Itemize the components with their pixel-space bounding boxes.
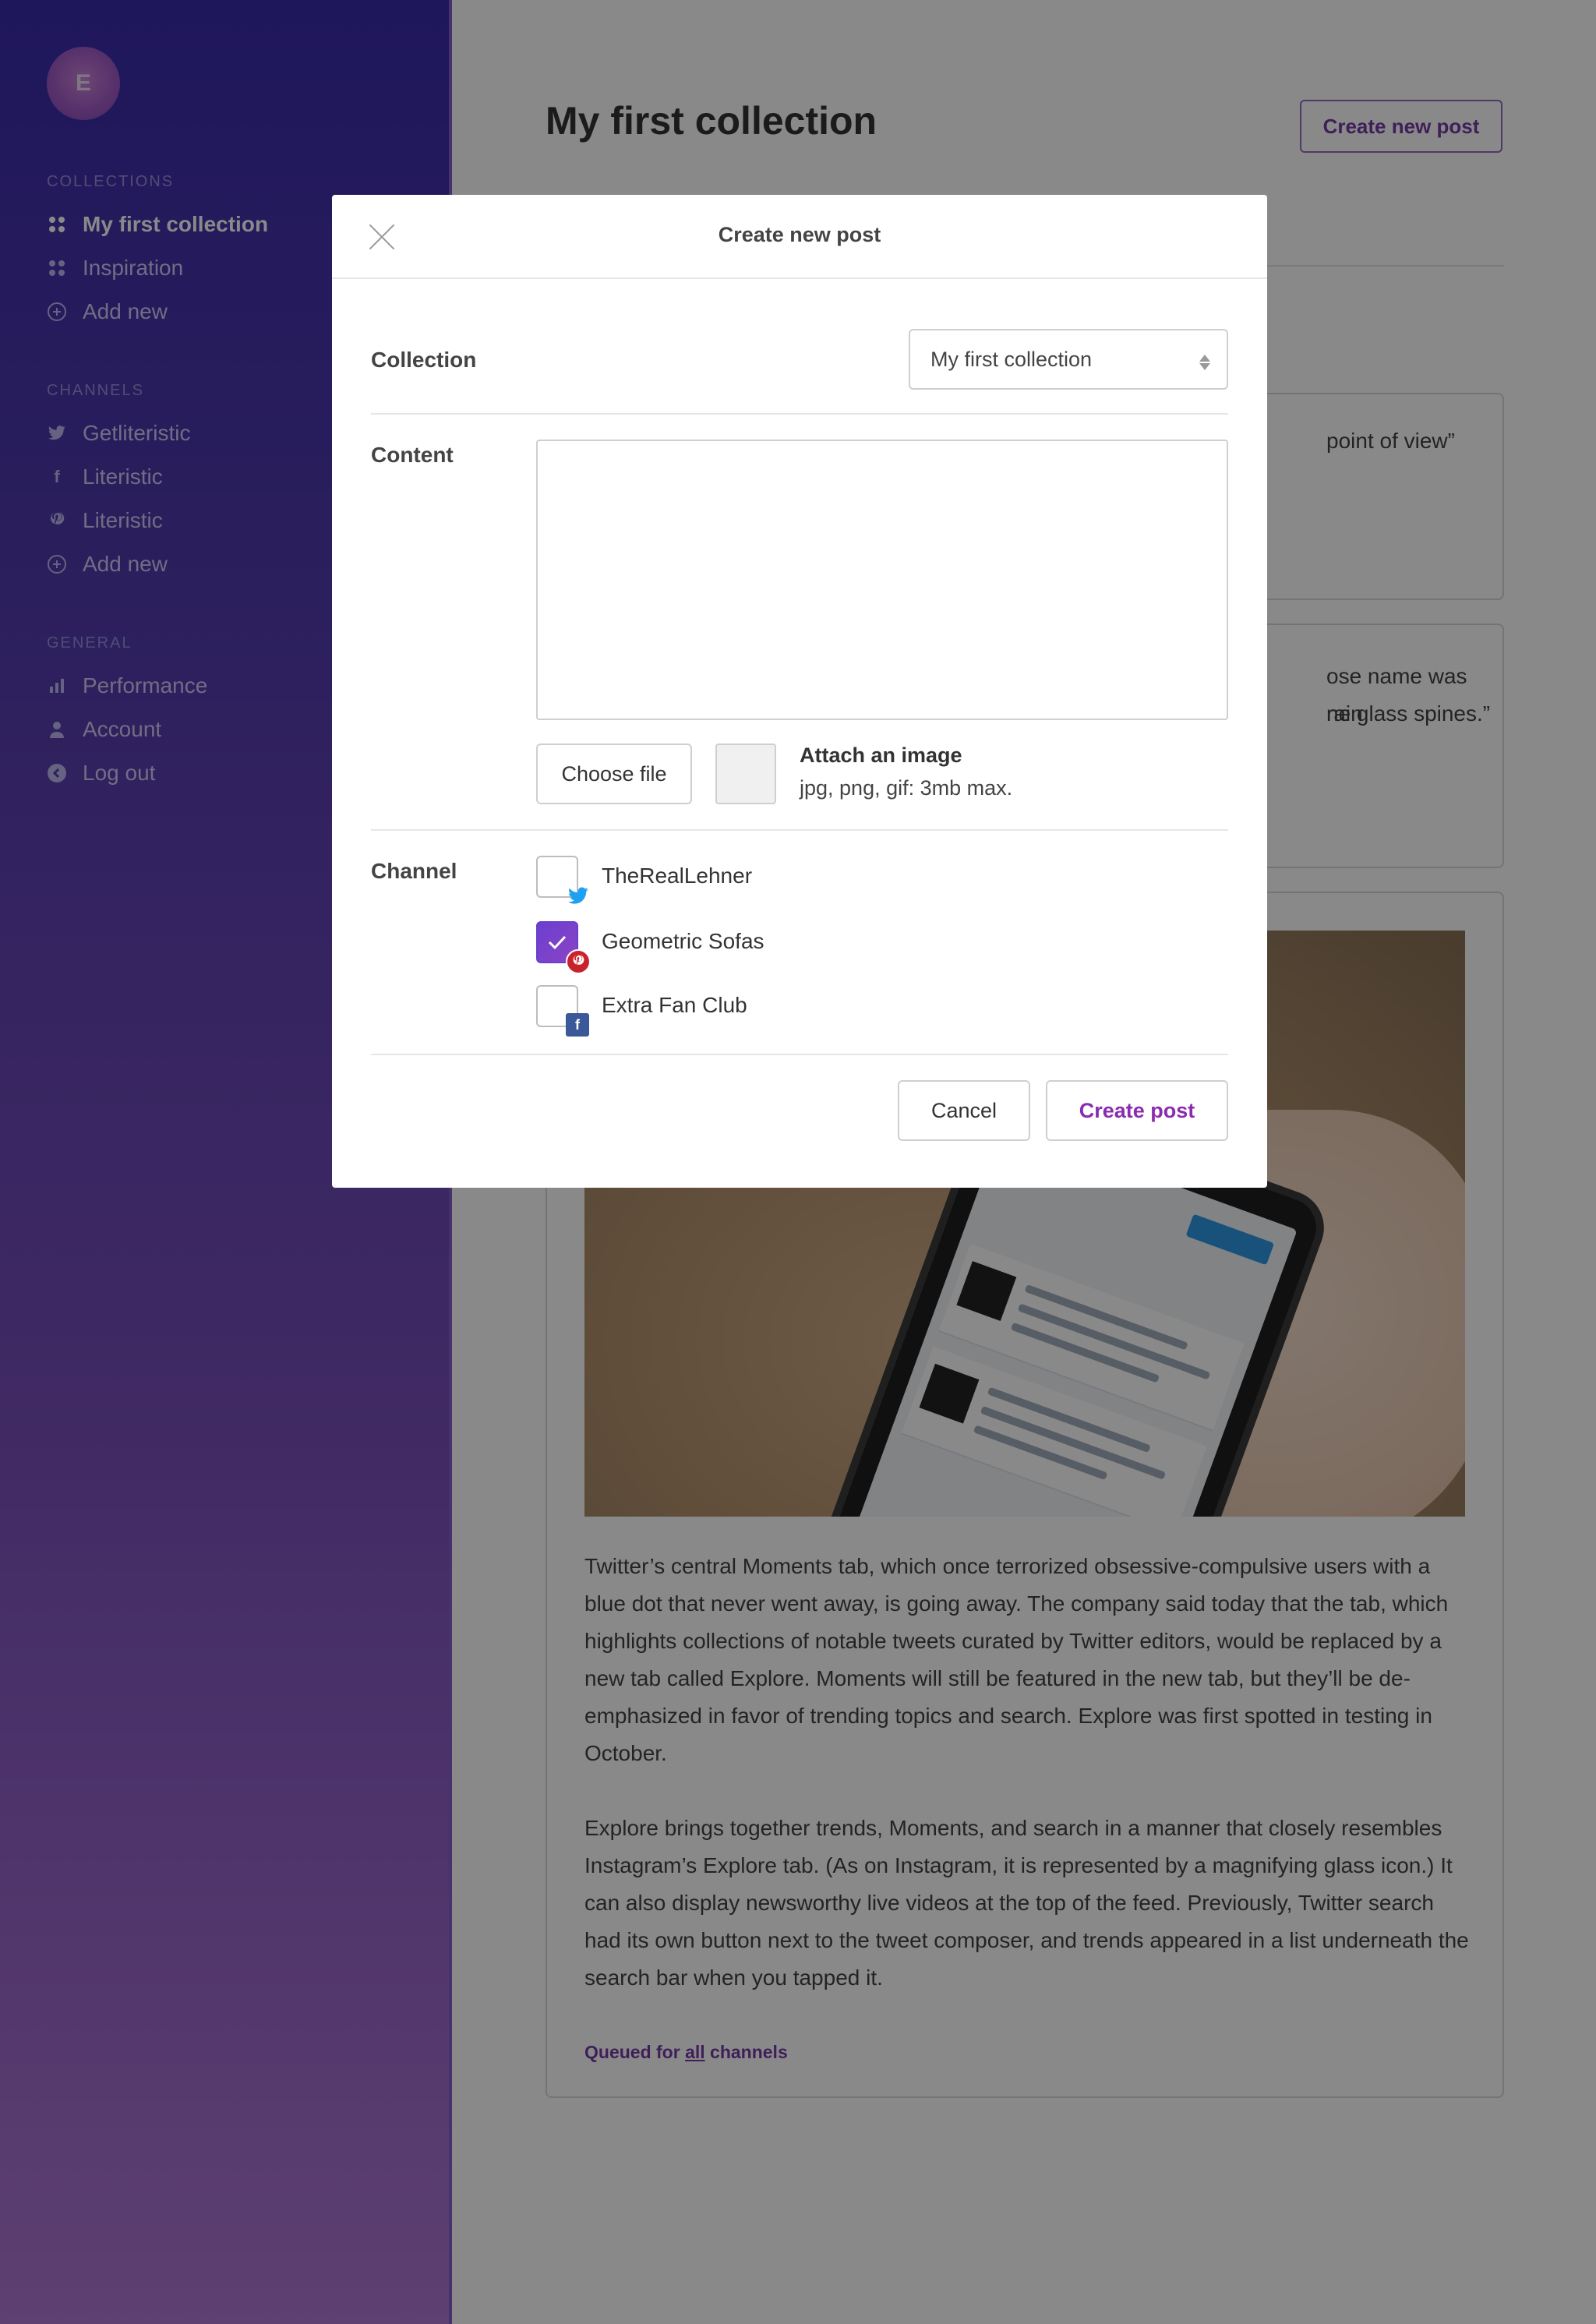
select-arrows-icon [1197,348,1213,373]
divider [371,1054,1228,1055]
collection-select-value: My first collection [930,347,1093,371]
collection-select[interactable]: My first collection [909,329,1228,390]
collection-label: Collection [371,348,477,372]
pinterest-icon [566,949,591,974]
attach-image-title: Attach an image [800,743,962,767]
modal-header: Create new post [332,195,1267,279]
attach-image-hint: jpg, png, gif: 3mb max. [800,776,1013,800]
channel-label: Channel [371,859,457,883]
create-post-modal: Create new post Collection My first coll… [332,195,1267,1188]
checkmark-icon [548,935,567,950]
channel-name: TheRealLehner [602,864,753,888]
choose-file-button[interactable]: Choose file [536,743,692,804]
modal-title: Create new post [718,223,881,246]
facebook-icon: f [566,1013,589,1037]
content-textarea[interactable] [536,440,1228,720]
twitter-icon [566,884,591,909]
channel-name: Extra Fan Club [602,993,747,1017]
content-label: Content [371,443,454,467]
channel-name: Geometric Sofas [602,929,764,953]
create-post-button[interactable]: Create post [1046,1080,1228,1141]
divider [371,829,1228,831]
image-preview-placeholder [715,743,776,804]
divider [371,413,1228,415]
cancel-button[interactable]: Cancel [898,1080,1030,1141]
